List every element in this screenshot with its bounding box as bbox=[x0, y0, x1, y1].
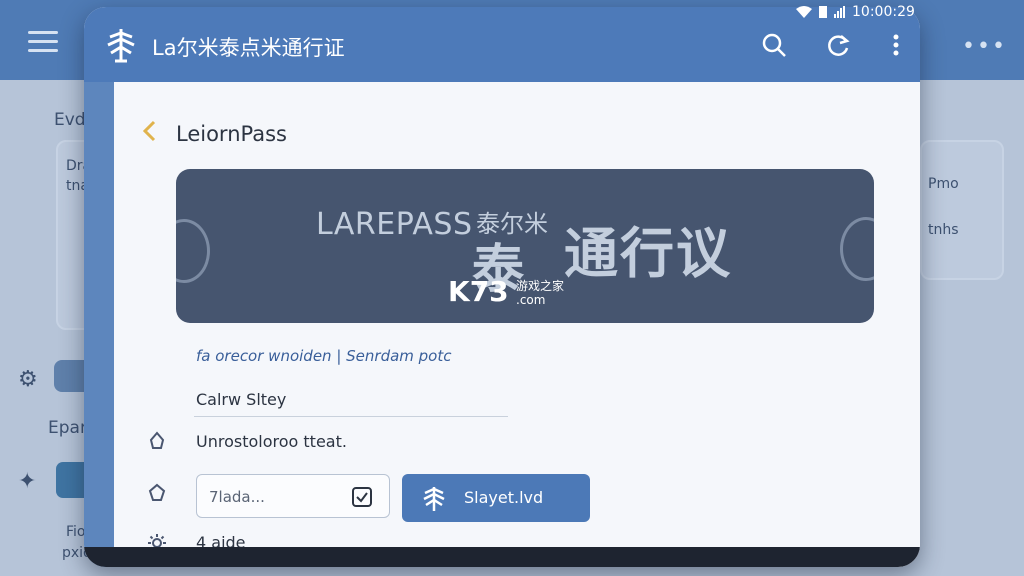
window-title: La尔米泰点米通行证 bbox=[152, 36, 345, 60]
input-value: 7lada... bbox=[209, 488, 265, 506]
status-time: 10:00:29 bbox=[852, 4, 915, 20]
name-label: Calrw Sltey bbox=[196, 390, 287, 409]
background-puzzle-icon: ✦ bbox=[18, 468, 37, 493]
search-button[interactable] bbox=[758, 29, 790, 61]
refresh-icon bbox=[828, 35, 850, 56]
side-rail bbox=[84, 82, 114, 567]
row-text: Unrostoloroo tteat. bbox=[196, 432, 347, 451]
ticket-notch-right bbox=[840, 217, 874, 281]
primary-button-label: Slayet.lvd bbox=[464, 488, 544, 507]
hamburger-menu-icon[interactable] bbox=[28, 31, 58, 53]
more-horizontal-icon[interactable]: ••• bbox=[962, 34, 1007, 59]
watermark-small: 游戏之家 .com bbox=[516, 279, 564, 307]
status-bar: 10:00:29 bbox=[796, 2, 915, 22]
text-input[interactable]: 7lada... bbox=[196, 474, 390, 518]
background-card-right bbox=[920, 140, 1004, 280]
tree-logo-icon bbox=[423, 487, 445, 511]
star-icon bbox=[149, 431, 165, 449]
pass-content: LeiornPass LAREPASS 泰尔米 泰 通行议 K73 游戏之家 .… bbox=[114, 82, 920, 567]
search-icon bbox=[762, 33, 786, 57]
tree-logo-icon bbox=[107, 29, 135, 63]
banner-brand: LAREPASS bbox=[316, 207, 473, 242]
pass-window: La尔米泰点米通行证 LeiornPass LAREPASS 泰尔米 泰 通行议… bbox=[84, 7, 920, 567]
divider bbox=[194, 416, 508, 417]
refresh-button[interactable] bbox=[822, 29, 854, 61]
more-vertical-icon bbox=[893, 34, 899, 56]
window-title-bar: La尔米泰点米通行证 bbox=[84, 7, 920, 82]
primary-button[interactable]: Slayet.lvd bbox=[402, 474, 590, 522]
watermark-text: .com bbox=[516, 293, 546, 307]
background-side-text: Pmo bbox=[928, 176, 959, 192]
page-title: LeiornPass bbox=[176, 122, 287, 146]
chevron-left-icon[interactable] bbox=[142, 120, 156, 142]
more-options-button[interactable] bbox=[880, 29, 912, 61]
pass-banner: LAREPASS 泰尔米 泰 通行议 K73 游戏之家 .com bbox=[176, 169, 874, 323]
checkbox-icon[interactable] bbox=[351, 486, 373, 508]
battery-icon bbox=[819, 6, 827, 18]
banner-cn-title: 通行议 bbox=[564, 222, 732, 285]
watermark: K73 bbox=[448, 275, 509, 308]
subtitle-link[interactable]: fa orecor wnoiden | Senrdam potc bbox=[196, 347, 451, 365]
ticket-notch-left bbox=[176, 219, 210, 283]
star-outline-icon bbox=[148, 483, 166, 501]
window-bottom-edge bbox=[84, 547, 920, 567]
signal-icon bbox=[834, 6, 845, 18]
background-side-text: tnhs bbox=[928, 222, 959, 238]
wifi-icon bbox=[796, 6, 812, 18]
background-gear-icon: ⚙ bbox=[18, 366, 38, 391]
watermark-text: 游戏之家 bbox=[516, 279, 565, 293]
